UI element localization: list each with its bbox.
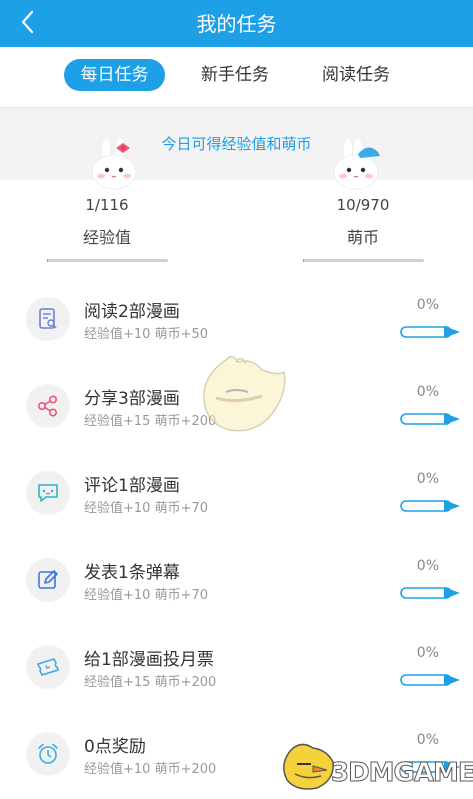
tab-bar: 每日任务 新手任务 阅读任务 xyxy=(0,47,473,108)
share-icon xyxy=(26,384,70,428)
exp-value: 1/116 xyxy=(85,196,129,214)
read-icon xyxy=(26,297,70,341)
task-progress-bar xyxy=(400,587,460,599)
task-progress-bar xyxy=(400,674,460,686)
task-reward: 经验值+10 萌币+50 xyxy=(84,327,209,342)
task-name: 阅读2部漫画 xyxy=(84,302,180,322)
task-progress-bar xyxy=(400,413,460,425)
task-name: 分享3部漫画 xyxy=(84,389,180,409)
comment-icon xyxy=(26,471,70,515)
summary-text: 今日可得经验值和萌币 xyxy=(161,135,312,153)
task-percent: 0% xyxy=(416,558,439,574)
tab-daily-tasks[interactable]: 每日任务 xyxy=(64,59,165,91)
edit-icon xyxy=(26,558,70,602)
task-row[interactable]: 评论1部漫画 经验值+10 萌币+70 0% xyxy=(0,451,473,539)
task-reward: 经验值+10 萌币+200 xyxy=(84,762,217,777)
bunny-cap-mascot-icon xyxy=(333,137,380,190)
task-reward: 经验值+10 萌币+70 xyxy=(84,588,209,603)
tab-reading-tasks[interactable]: 阅读任务 xyxy=(313,59,399,91)
task-name: 给1部漫画投月票 xyxy=(84,650,214,670)
watermark-text: 3DMGAME xyxy=(331,758,473,789)
ticket-icon xyxy=(26,645,70,689)
top-bar: 我的任务 xyxy=(0,0,473,47)
alarm-clock-icon xyxy=(26,732,70,776)
task-percent: 0% xyxy=(416,471,439,487)
task-name: 发表1条弹幕 xyxy=(84,563,180,583)
coins-progress-fill xyxy=(303,259,305,262)
task-progress-bar xyxy=(400,500,460,512)
chick-mascot-overlay-icon xyxy=(203,355,286,432)
tab-newbie-tasks[interactable]: 新手任务 xyxy=(192,59,278,91)
task-percent: 0% xyxy=(416,297,439,313)
coins-progress-bar xyxy=(303,259,424,262)
task-name: 评论1部漫画 xyxy=(84,476,180,496)
exp-progress-fill xyxy=(47,259,49,262)
bunny-mascot-icon xyxy=(91,137,137,190)
exp-progress-bar xyxy=(47,259,168,262)
watermark-chick-icon xyxy=(283,743,334,790)
coins-label: 萌币 xyxy=(346,228,379,247)
task-percent: 0% xyxy=(416,645,439,661)
task-row[interactable]: 发表1条弹幕 经验值+10 萌币+70 0% xyxy=(0,538,473,626)
exp-label: 经验值 xyxy=(82,228,131,247)
task-row[interactable]: 给1部漫画投月票 经验值+15 萌币+200 0% xyxy=(0,625,473,713)
task-percent: 0% xyxy=(416,732,439,748)
task-reward: 经验值+10 萌币+70 xyxy=(84,501,209,516)
task-progress-bar xyxy=(400,326,460,338)
task-reward: 经验值+15 萌币+200 xyxy=(84,675,217,690)
page-title: 我的任务 xyxy=(196,12,277,36)
task-percent: 0% xyxy=(416,384,439,400)
task-name: 0点奖励 xyxy=(84,737,146,757)
coins-value: 10/970 xyxy=(336,196,390,214)
